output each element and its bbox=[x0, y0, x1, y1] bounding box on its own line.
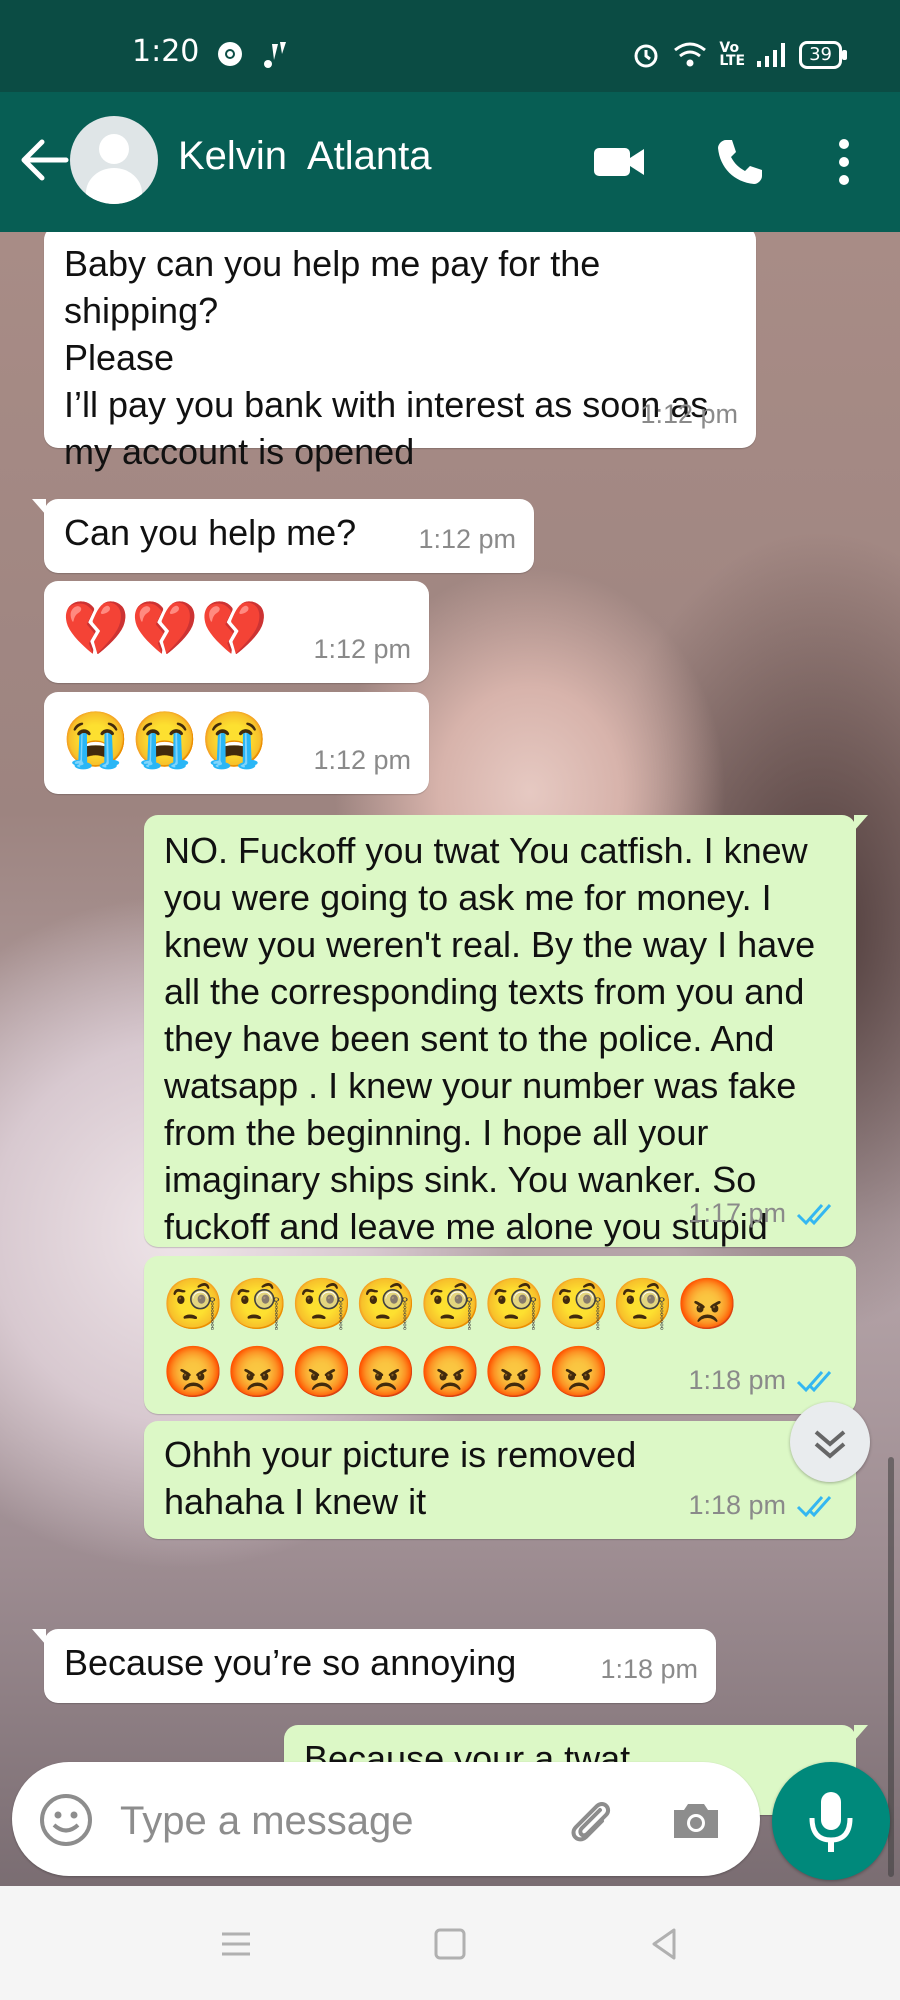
emoji-icon[interactable] bbox=[38, 1792, 94, 1848]
message-time: 1:18 pm bbox=[688, 1365, 786, 1395]
alarm-icon bbox=[634, 44, 658, 68]
message-text: Baby can you help me pay for the shippin… bbox=[64, 243, 709, 472]
message-time: 1:12 pm bbox=[313, 634, 411, 664]
attach-icon[interactable] bbox=[560, 1790, 620, 1850]
video-call-icon[interactable] bbox=[588, 130, 652, 194]
back-icon[interactable] bbox=[642, 1922, 686, 1966]
chrome-icon bbox=[218, 42, 242, 66]
read-receipt-icon bbox=[796, 1370, 832, 1392]
signal-icon bbox=[757, 43, 786, 67]
mic-button[interactable] bbox=[772, 1762, 890, 1880]
message-time: 1:12 pm bbox=[313, 745, 411, 775]
message-incoming[interactable]: Because you’re so annoying 1:18 pm bbox=[32, 1629, 716, 1703]
message-outgoing[interactable]: Ohhh your picture is removed hahaha I kn… bbox=[144, 1421, 856, 1539]
scroll-down-icon bbox=[814, 1430, 846, 1459]
camera-icon[interactable] bbox=[666, 1790, 726, 1850]
read-receipt-icon bbox=[796, 1495, 832, 1517]
phone-icon[interactable] bbox=[708, 130, 772, 194]
read-receipt-icon bbox=[796, 1203, 832, 1225]
volte-icon: Vo LTE bbox=[719, 40, 746, 69]
message-composer bbox=[12, 1762, 760, 1876]
battery-icon: 39 bbox=[799, 41, 847, 69]
back-arrow-icon[interactable] bbox=[14, 130, 74, 190]
message-text: Ohhh your picture is removed hahaha I kn… bbox=[164, 1434, 647, 1522]
message-time: 1:12 pm bbox=[418, 524, 516, 554]
message-incoming[interactable]: Baby can you help me pay for the shippin… bbox=[44, 232, 756, 472]
chat-header: Kelvin Atlanta bbox=[0, 92, 900, 232]
message-time: 1:18 pm bbox=[600, 1654, 698, 1684]
more-vert-icon[interactable] bbox=[812, 130, 876, 194]
message-outgoing[interactable]: NO. Fuckoff you twat You catfish. I knew… bbox=[144, 815, 868, 1294]
message-outgoing[interactable]: 🧐🧐🧐🧐🧐🧐🧐🧐😡😡😡😡😡😡😡😡 1:18 pm bbox=[144, 1256, 856, 1414]
home-icon[interactable] bbox=[428, 1922, 472, 1966]
wifi-icon bbox=[674, 42, 707, 67]
message-incoming[interactable]: 😭😭😭 1:12 pm bbox=[44, 692, 429, 794]
chat-area[interactable]: Baby can you help me pay for the shippin… bbox=[0, 232, 900, 1886]
status-bar: 1:20 Vo LTE 39 bbox=[0, 0, 900, 92]
status-time: 1:20 bbox=[132, 34, 200, 69]
message-time: 1:12 pm bbox=[640, 399, 738, 429]
scroll-down-button[interactable] bbox=[790, 1402, 870, 1482]
message-incoming[interactable]: Can you help me? 1:12 pm bbox=[32, 499, 534, 573]
message-time: 1:17 pm bbox=[688, 1198, 786, 1228]
system-nav-bar bbox=[0, 1886, 900, 2000]
message-incoming[interactable]: 💔💔💔 1:12 pm bbox=[44, 581, 429, 683]
contact-name[interactable]: Kelvin Atlanta bbox=[178, 134, 432, 179]
mic-icon bbox=[809, 1792, 853, 1852]
message-time: 1:18 pm bbox=[688, 1490, 786, 1520]
notification-icon bbox=[264, 42, 286, 68]
menu-icon[interactable] bbox=[214, 1922, 258, 1966]
message-input[interactable] bbox=[118, 1790, 542, 1852]
avatar-icon[interactable] bbox=[70, 116, 158, 204]
